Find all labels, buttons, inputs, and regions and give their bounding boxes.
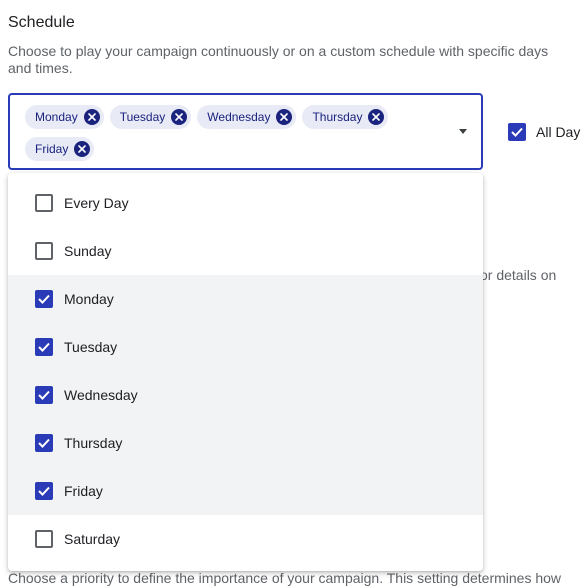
schedule-title: Schedule: [8, 14, 75, 31]
menu-item-label: Saturday: [64, 531, 121, 547]
chip-wednesday: Wednesday: [197, 105, 297, 129]
chip-tuesday: Tuesday: [109, 105, 192, 129]
background-text-partial: or details on: [480, 267, 557, 283]
checkbox-unchecked-icon[interactable]: [35, 242, 53, 260]
menu-item-label: Every Day: [64, 195, 129, 211]
chip-monday: Monday: [25, 105, 104, 129]
menu-item-friday[interactable]: Friday: [8, 467, 483, 515]
menu-item-label: Thursday: [64, 435, 123, 451]
schedule-description: Choose to play your campaign continuousl…: [8, 43, 549, 76]
chip-label: Monday: [35, 110, 78, 124]
selected-days-chips: Monday Tuesday Wednesday Thursday Friday: [25, 105, 405, 161]
menu-item-label: Monday: [64, 291, 114, 307]
menu-item-sunday[interactable]: Sunday: [8, 227, 483, 275]
remove-chip-icon[interactable]: [368, 109, 385, 125]
menu-item-wednesday[interactable]: Wednesday: [8, 371, 483, 419]
checkbox-unchecked-icon[interactable]: [35, 530, 53, 548]
checkbox-checked-icon[interactable]: [35, 482, 53, 500]
days-multiselect[interactable]: Monday Tuesday Wednesday Thursday Friday: [8, 93, 483, 170]
remove-chip-icon[interactable]: [276, 109, 293, 125]
menu-item-thursday[interactable]: Thursday: [8, 419, 483, 467]
chip-label: Thursday: [312, 110, 363, 124]
remove-chip-icon[interactable]: [83, 109, 100, 125]
days-dropdown-menu: Every Day Sunday Monday Tuesday Wednesda…: [8, 173, 483, 571]
menu-item-monday[interactable]: Monday: [8, 275, 483, 323]
checkbox-checked-icon[interactable]: [508, 123, 526, 141]
menu-item-label: Friday: [64, 483, 103, 499]
remove-chip-icon[interactable]: [171, 109, 188, 125]
checkbox-checked-icon[interactable]: [35, 434, 53, 452]
chip-label: Wednesday: [207, 110, 271, 124]
all-day-checkbox[interactable]: All Day: [508, 123, 580, 141]
checkbox-unchecked-icon[interactable]: [35, 194, 53, 212]
checkbox-checked-icon[interactable]: [35, 386, 53, 404]
menu-item-every-day[interactable]: Every Day: [8, 179, 483, 227]
checkbox-checked-icon[interactable]: [35, 290, 53, 308]
chip-thursday: Thursday: [302, 105, 389, 129]
chip-friday: Friday: [25, 137, 95, 161]
dropdown-arrow-icon[interactable]: [459, 129, 467, 134]
menu-item-tuesday[interactable]: Tuesday: [8, 323, 483, 371]
menu-item-label: Tuesday: [64, 339, 118, 355]
menu-item-saturday[interactable]: Saturday: [8, 515, 483, 563]
checkbox-checked-icon[interactable]: [35, 338, 53, 356]
chip-label: Tuesday: [119, 110, 166, 124]
menu-item-label: Wednesday: [64, 387, 138, 403]
menu-item-label: Sunday: [64, 243, 112, 259]
remove-chip-icon[interactable]: [74, 141, 91, 157]
all-day-label: All Day: [536, 124, 581, 140]
chip-label: Friday: [35, 142, 69, 156]
background-text-bottom: Choose a priority to define the importan…: [8, 570, 562, 586]
